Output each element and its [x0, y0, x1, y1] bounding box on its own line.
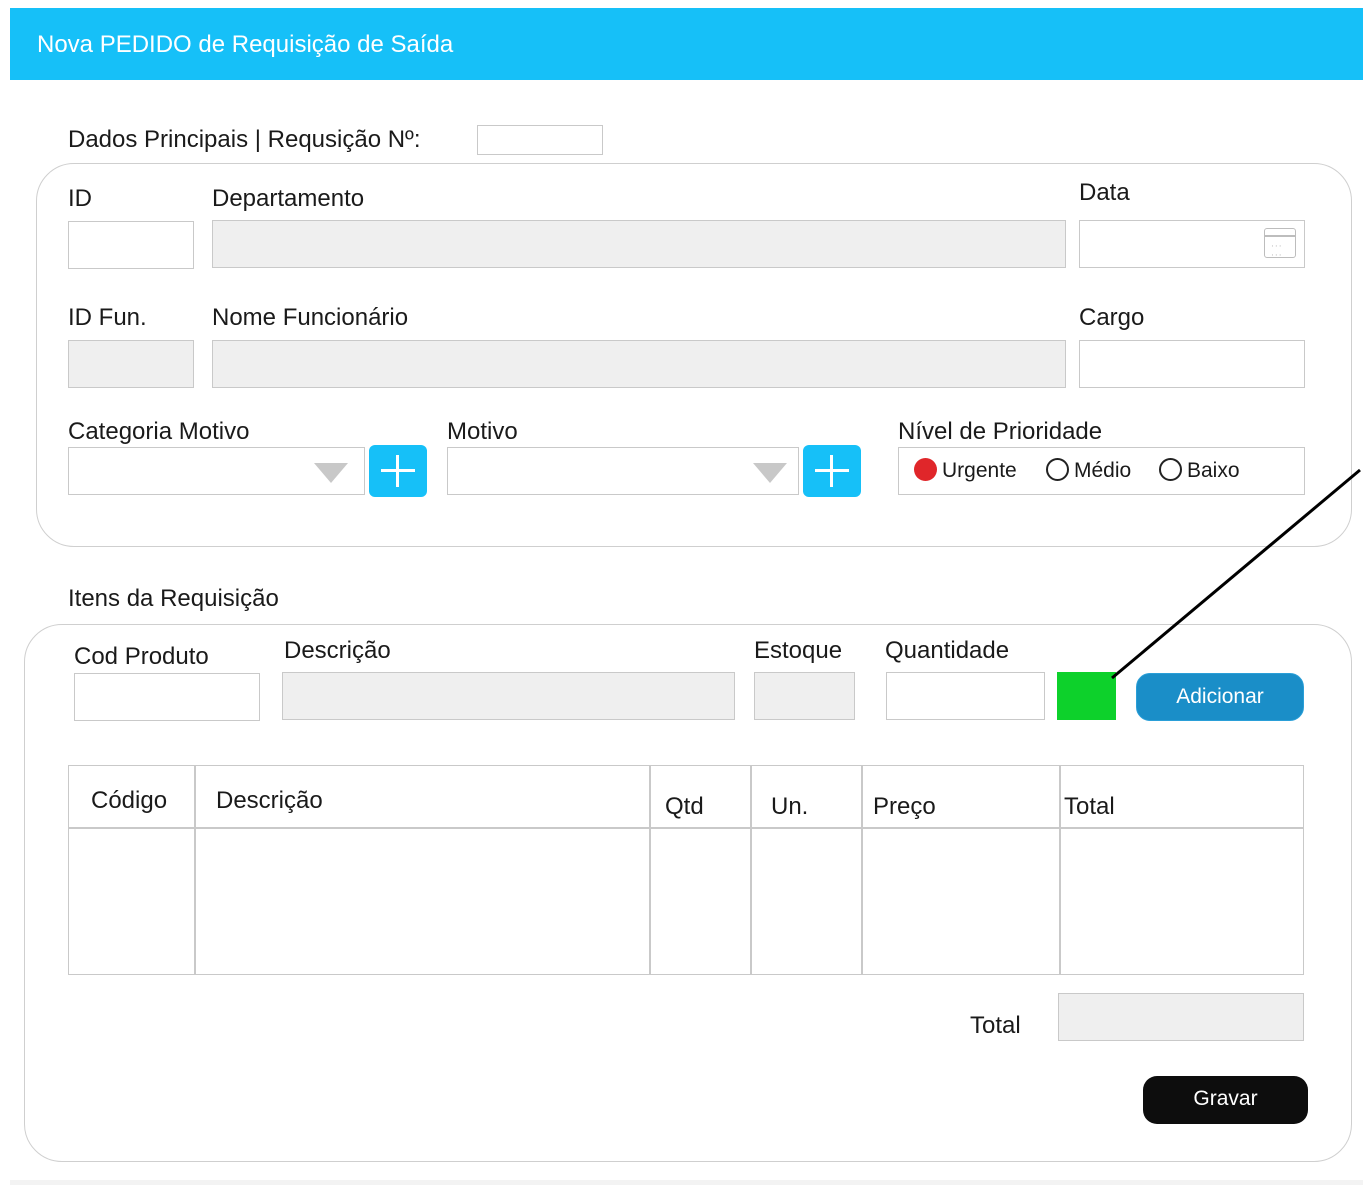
column-header-description[interactable]: Descrição	[216, 787, 323, 815]
priority-radio-medium[interactable]	[1046, 458, 1069, 481]
quantity-label: Quantidade	[885, 637, 1010, 664]
priority-radio-urgent[interactable]	[914, 458, 937, 481]
requisition-number-field[interactable]	[477, 125, 603, 155]
window-title: Nova PEDIDO de Requisição de Saída	[37, 31, 454, 58]
total-label: Total	[970, 1012, 1021, 1039]
table-col-divider	[649, 765, 651, 975]
reason-label: Motivo	[447, 418, 518, 445]
add-reason-category-button[interactable]	[369, 445, 427, 497]
column-header-price[interactable]: Preço	[873, 793, 936, 821]
column-header-qty[interactable]: Qtd	[665, 793, 704, 821]
description-field[interactable]	[282, 672, 735, 720]
id-field[interactable]	[68, 221, 194, 269]
table-header-divider	[68, 827, 1304, 829]
employee-id-field[interactable]	[68, 340, 194, 388]
chevron-down-icon[interactable]	[753, 463, 787, 483]
position-field[interactable]	[1079, 340, 1305, 388]
reason-category-select[interactable]	[68, 447, 365, 495]
column-header-code[interactable]: Código	[91, 787, 167, 815]
product-code-field[interactable]	[74, 673, 260, 721]
priority-urgent-label: Urgente	[942, 459, 1017, 482]
reason-select[interactable]	[447, 447, 799, 495]
table-col-divider	[861, 765, 863, 975]
items-section-title: Itens da Requisição	[68, 585, 279, 612]
employee-id-label: ID Fun.	[68, 304, 147, 331]
chevron-down-icon[interactable]	[314, 463, 348, 483]
table-col-divider	[194, 765, 196, 975]
column-header-unit[interactable]: Un.	[771, 793, 808, 821]
department-field[interactable]	[212, 220, 1066, 268]
stock-label: Estoque	[754, 637, 843, 664]
reason-category-label: Categoria Motivo	[68, 418, 250, 445]
date-field[interactable]: ··· ···	[1079, 220, 1305, 268]
bottom-divider	[10, 1180, 1363, 1185]
add-reason-button[interactable]	[803, 445, 861, 497]
priority-label: Nível de Prioridade	[898, 418, 1103, 445]
id-label: ID	[68, 185, 92, 212]
description-label: Descrição	[284, 637, 391, 664]
stock-field[interactable]	[754, 672, 855, 720]
table-col-divider	[1059, 765, 1061, 975]
quantity-field[interactable]	[886, 672, 1045, 720]
employee-name-label: Nome Funcionário	[212, 304, 409, 331]
date-label: Data	[1079, 179, 1130, 206]
annotation-arrow	[1111, 468, 1361, 680]
employee-name-field[interactable]	[212, 340, 1066, 388]
position-label: Cargo	[1079, 304, 1145, 331]
department-label: Departamento	[212, 185, 365, 212]
calendar-icon[interactable]: ··· ···	[1264, 228, 1296, 261]
table-col-divider	[750, 765, 752, 975]
product-code-label: Cod Produto	[74, 643, 209, 670]
total-field[interactable]	[1058, 993, 1304, 1041]
save-button[interactable]: Gravar	[1143, 1076, 1308, 1124]
column-header-total[interactable]: Total	[1064, 793, 1115, 821]
main-data-section-title: Dados Principais | Requsição Nº:	[68, 126, 421, 153]
